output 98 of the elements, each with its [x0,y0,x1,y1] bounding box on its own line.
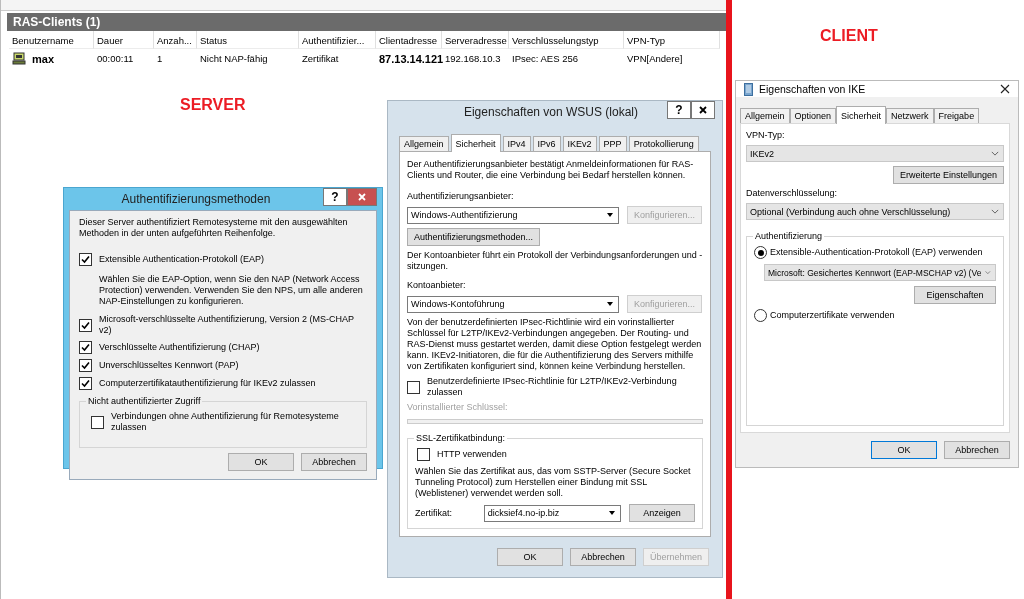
group-title: Authentifizierung [753,231,825,242]
column-header[interactable]: Verschlüsselungstyp [509,31,624,49]
ok-button[interactable]: OK [228,453,294,471]
column-header[interactable]: Clientadresse [376,31,442,49]
checkbox[interactable] [79,377,92,390]
tab[interactable]: Optionen [789,108,837,123]
dropdown[interactable]: Optional (Verbindung auch ohne Verschlüsselung) [746,203,1004,220]
auth-methods-button[interactable]: Authentifizierungsmethoden... [407,228,541,246]
checkbox-label: Benutzerdefinierte IPsec-Richtlinie für L2TP/IKEv2-Verbindung zulassen [427,376,678,398]
cancel-button[interactable]: Abbrechen [301,453,367,471]
tab[interactable]: Protokollierung [628,136,699,151]
hint-text: Wählen Sie die EAP-Option, wenn Sie den NAP (Network Access Protection) verwenden. Verwenden Sie den NPS, um alle anderen NAP-Einstellungen zu konfigurieren. [98,274,364,307]
field-label: Authentifizierungsanbieter: [407,191,515,202]
checkbox[interactable] [79,341,92,354]
table-cell-text: Zertifikat [301,52,340,66]
dialog-button[interactable]: OK [871,441,937,459]
column-header[interactable]: Status [197,31,299,49]
table-cell-text: 1 [156,52,164,66]
info-text: Von der benutzerdefinierten IPsec-Richtlinie wird ein vorinstallierter Schlüssel für L2TP/IKEv2-Verbindungen angegeben. Der Routing- und RAS-Dienst muss gestartet werden, damit diese Option festgelegt werden kann. IKEv2-Initiatoren, die für die Authentifizierung des Servers mithilfe von Zertifikaten konfiguriert sind, können keine Verbindung herstellen. [407,317,703,372]
table-cell-text: Nicht NAP-fähig [199,52,269,66]
dropdown[interactable]: Windows-Kontoführung [407,295,619,313]
column-header[interactable]: Benutzername [9,31,94,49]
checkbox-label: Microsoft-verschlüsselte Authentifizierung, Version 2 (MS-CHAP v2) [99,314,355,336]
checkbox[interactable] [79,253,92,266]
server-label: SERVER [180,96,246,114]
radio-button[interactable] [754,246,767,259]
tab[interactable]: Allgemein [399,136,449,151]
field-label: Zertifikat: [415,507,453,519]
group-title: Nicht authentifizierter Zugriff [86,396,203,407]
computer-icon [12,52,26,65]
key-input-field[interactable] [407,419,703,424]
checkbox-label: Unverschlüsseltes Kennwort (PAP) [99,360,239,371]
properties-button[interactable]: Eigenschaften [914,286,996,304]
tab[interactable]: Netzwerk [886,108,934,123]
table-cell-text: 192.168.10.3 [444,52,502,66]
table-cell-text: IPsec: AES 256 [511,52,579,66]
radio-button[interactable] [754,309,767,322]
info-text: Der Kontoanbieter führt ein Protokoll der Verbindungsanforderungen und -sitzungen. [407,250,703,272]
tab[interactable]: IKEv2 [562,136,597,151]
close-icon [358,192,366,201]
field-label: Kontoanbieter: [407,280,467,291]
table-cell-text: 00:00:11 [96,52,135,66]
client-label: CLIENT [820,27,878,45]
table-cell-text: 87.13.14.121 [378,51,442,67]
tab[interactable]: IPv6 [532,136,561,151]
column-header[interactable]: Anzah... [154,31,197,49]
close-icon[interactable] [1000,84,1010,94]
field-label: Datenverschlüsselung: [746,188,839,199]
info-text: Der Authentifizierungsanbieter bestätigt Anmeldeinformationen für RAS-Clients und Router, die eine Verbindung bei Bedarf herstellen können. [407,159,695,181]
chevron-icon [991,151,999,156]
tab[interactable]: IPv4 [502,136,531,151]
window-title: Authentifizierungsmethoden [120,192,272,206]
tab[interactable]: PPP [598,136,627,151]
show-button[interactable]: Anzeigen [629,504,695,522]
column-header[interactable]: Authentifizier... [299,31,376,49]
close-icon [699,105,707,114]
tab[interactable]: Sicherheit [450,134,501,152]
list-title: RAS-Clients (1) [7,13,727,31]
column-header[interactable]: Serveradresse [442,31,509,49]
checkbox-label: Computerzertifikatauthentifizierung für IKEv2 zulassen [99,378,316,389]
help-button[interactable]: ? [667,100,691,119]
checkbox[interactable] [79,318,92,332]
checkbox[interactable] [407,380,420,394]
table-cell-text: VPN[Andere] [626,52,684,66]
column-header[interactable]: Dauer [94,31,154,49]
checkbox[interactable] [79,359,92,372]
help-button[interactable]: ? [323,187,347,206]
dropdown[interactable]: Windows-Authentifizierung [407,206,619,224]
checkbox-label: Verbindungen ohne Authentifizierung für Remotesysteme zulassen [111,411,340,433]
field-label: Vorinstallierter Schlüssel: [407,402,509,413]
intro-text: Dieser Server authentifiziert Remotesysteme mit den ausgewählten Methoden in der unten aufgeführten Reihenfolge. [79,217,349,239]
dialog-button[interactable]: Abbrechen [944,441,1010,459]
tab[interactable]: Sicherheit [836,106,887,124]
window-title: Eigenschaften von WSUS (lokal) [462,105,640,119]
chevron-icon [985,270,991,275]
group-title: SSL-Zertifikatbindung: [414,433,508,444]
radio-label: Extensible-Authentication-Protokoll (EAP) verwenden [770,247,983,258]
advanced-settings-button[interactable]: Erweiterte Einstellungen [892,166,1004,184]
info-text: Wählen Sie das Zertifikat aus, das vom SSTP-Server (Secure Socket Tunneling Protocol) zum Herstellen einer Bindung mit SSL (Weblistener) verwendet werden soll. [415,466,692,499]
tab[interactable]: Allgemein [740,108,790,123]
dialog-button[interactable]: OK [496,548,563,566]
close-button[interactable] [691,100,715,119]
dropdown[interactable]: IKEv2 [746,145,1004,162]
chevron-icon [991,209,999,214]
dropdown[interactable]: Microsoft: Gesichertes Kennwort (EAP-MSCHAP v2) (Ve [764,264,996,281]
radio-label: Computerzertifikate verwenden [770,310,895,321]
dropdown[interactable]: dicksief4.no-ip.biz [483,504,621,522]
checkbox[interactable] [91,415,104,429]
table-cell: max [9,49,94,68]
column-header[interactable]: VPN-Typ [624,31,720,49]
dialog-button[interactable]: Abbrechen [569,548,636,566]
tab[interactable]: Freigabe [933,108,980,123]
checkbox[interactable] [417,448,430,461]
checkbox-label: Verschlüsselte Authentifizierung (CHAP) [99,342,260,353]
checkbox-label: HTTP verwenden [437,449,507,460]
checkbox-label: Extensible Authentication-Protokoll (EAP) [99,254,265,265]
window-title: Eigenschaften von IKE [759,83,867,95]
field-label: VPN-Typ: [746,130,786,141]
